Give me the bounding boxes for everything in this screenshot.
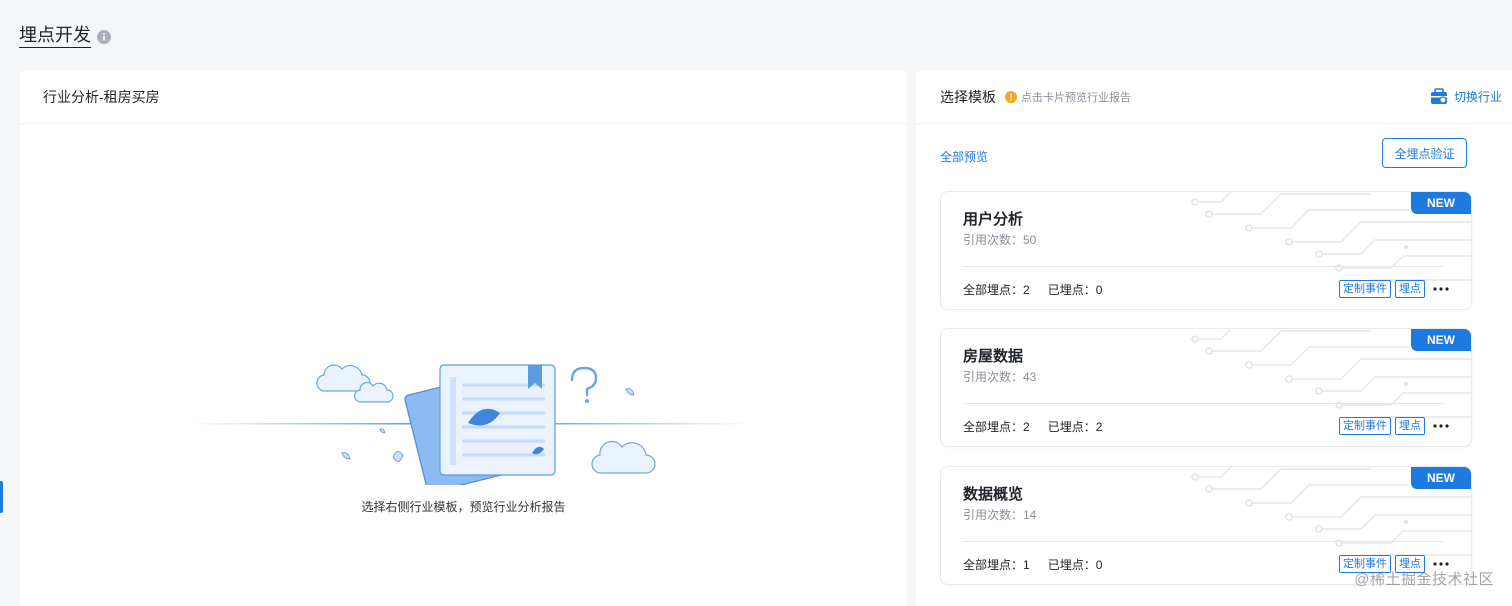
verify-all-button[interactable]: 全埋点验证 — [1382, 138, 1467, 168]
card-divider — [963, 541, 1443, 542]
empty-report-illustration-icon — [190, 364, 750, 485]
industry-analysis-title: 行业分析-租房买房 — [43, 88, 160, 105]
watermark: @稀土掘金技术社区 — [1354, 571, 1494, 588]
page-title: 埋点开发 — [19, 23, 91, 48]
done-points-stat: 已埋点：2 — [1047, 420, 1103, 434]
side-drawer-handle[interactable] — [0, 481, 3, 513]
new-badge: NEW — [1411, 467, 1471, 489]
empty-state-text: 选择右侧行业模板，预览行业分析报告 — [361, 500, 566, 514]
custom-event-tag[interactable]: 定制事件 — [1339, 280, 1391, 298]
card-actions: 定制事件 埋点 — [1335, 417, 1449, 435]
total-points-stat: 全部埋点：2 — [963, 420, 1030, 434]
card-actions: 定制事件 埋点 — [1335, 280, 1449, 298]
card-stats: 全部埋点：2 已埋点：2 — [963, 418, 1102, 435]
template-panel: 选择模板 点击卡片预览行业报告 切换行业 全部预览 全埋点验证 NEW 用户分析… — [916, 70, 1512, 606]
new-badge: NEW — [1411, 192, 1471, 214]
tracking-point-tag[interactable]: 埋点 — [1395, 417, 1425, 435]
card-stats: 全部埋点：2 已埋点：0 — [963, 281, 1102, 298]
card-stats: 全部埋点：1 已埋点：0 — [963, 556, 1102, 573]
custom-event-tag[interactable]: 定制事件 — [1339, 417, 1391, 435]
template-card-user-analysis[interactable]: NEW 用户分析 引用次数：50 全部埋点：2 已埋点：0 定制事件 埋点 — [940, 191, 1472, 310]
card-usage-count: 引用次数：50 — [963, 233, 1037, 247]
switch-industry-icon — [1430, 88, 1447, 104]
more-options-icon[interactable] — [1433, 424, 1449, 428]
card-divider — [963, 403, 1443, 404]
preview-all-link[interactable]: 全部预览 — [940, 148, 988, 165]
card-title: 数据概览 — [963, 486, 1024, 503]
industry-analysis-panel: 行业分析-租房买房 选择右侧行业模板，预览行业分析报告 — [20, 70, 907, 606]
card-title: 用户分析 — [963, 211, 1024, 228]
template-toolbar: 全部预览 全埋点验证 — [916, 124, 1512, 184]
more-options-icon[interactable] — [1433, 562, 1449, 566]
total-points-stat: 全部埋点：2 — [963, 283, 1030, 297]
template-panel-header: 选择模板 点击卡片预览行业报告 切换行业 — [916, 70, 1512, 124]
industry-analysis-panel-header: 行业分析-租房买房 — [20, 70, 907, 124]
done-points-stat: 已埋点：0 — [1047, 558, 1103, 572]
warning-info-icon — [1005, 90, 1017, 103]
tracking-point-tag[interactable]: 埋点 — [1395, 280, 1425, 298]
template-card-house-data[interactable]: NEW 房屋数据 引用次数：43 全部埋点：2 已埋点：2 定制事件 埋点 — [940, 328, 1472, 447]
card-divider — [963, 266, 1443, 267]
info-icon[interactable] — [97, 29, 111, 44]
card-usage-count: 引用次数：14 — [963, 508, 1037, 522]
more-options-icon[interactable] — [1433, 287, 1449, 291]
card-usage-count: 引用次数：43 — [963, 370, 1037, 384]
template-hint-text: 点击卡片预览行业报告 — [1021, 91, 1131, 104]
page-header: 埋点开发 — [19, 22, 111, 48]
card-title: 房屋数据 — [963, 348, 1024, 365]
switch-industry-label: 切换行业 — [1453, 89, 1502, 104]
new-badge: NEW — [1411, 329, 1471, 351]
done-points-stat: 已埋点：0 — [1047, 283, 1103, 297]
total-points-stat: 全部埋点：1 — [963, 558, 1030, 572]
template-panel-title: 选择模板 — [940, 88, 996, 105]
switch-industry-button[interactable]: 切换行业 — [1430, 87, 1502, 105]
